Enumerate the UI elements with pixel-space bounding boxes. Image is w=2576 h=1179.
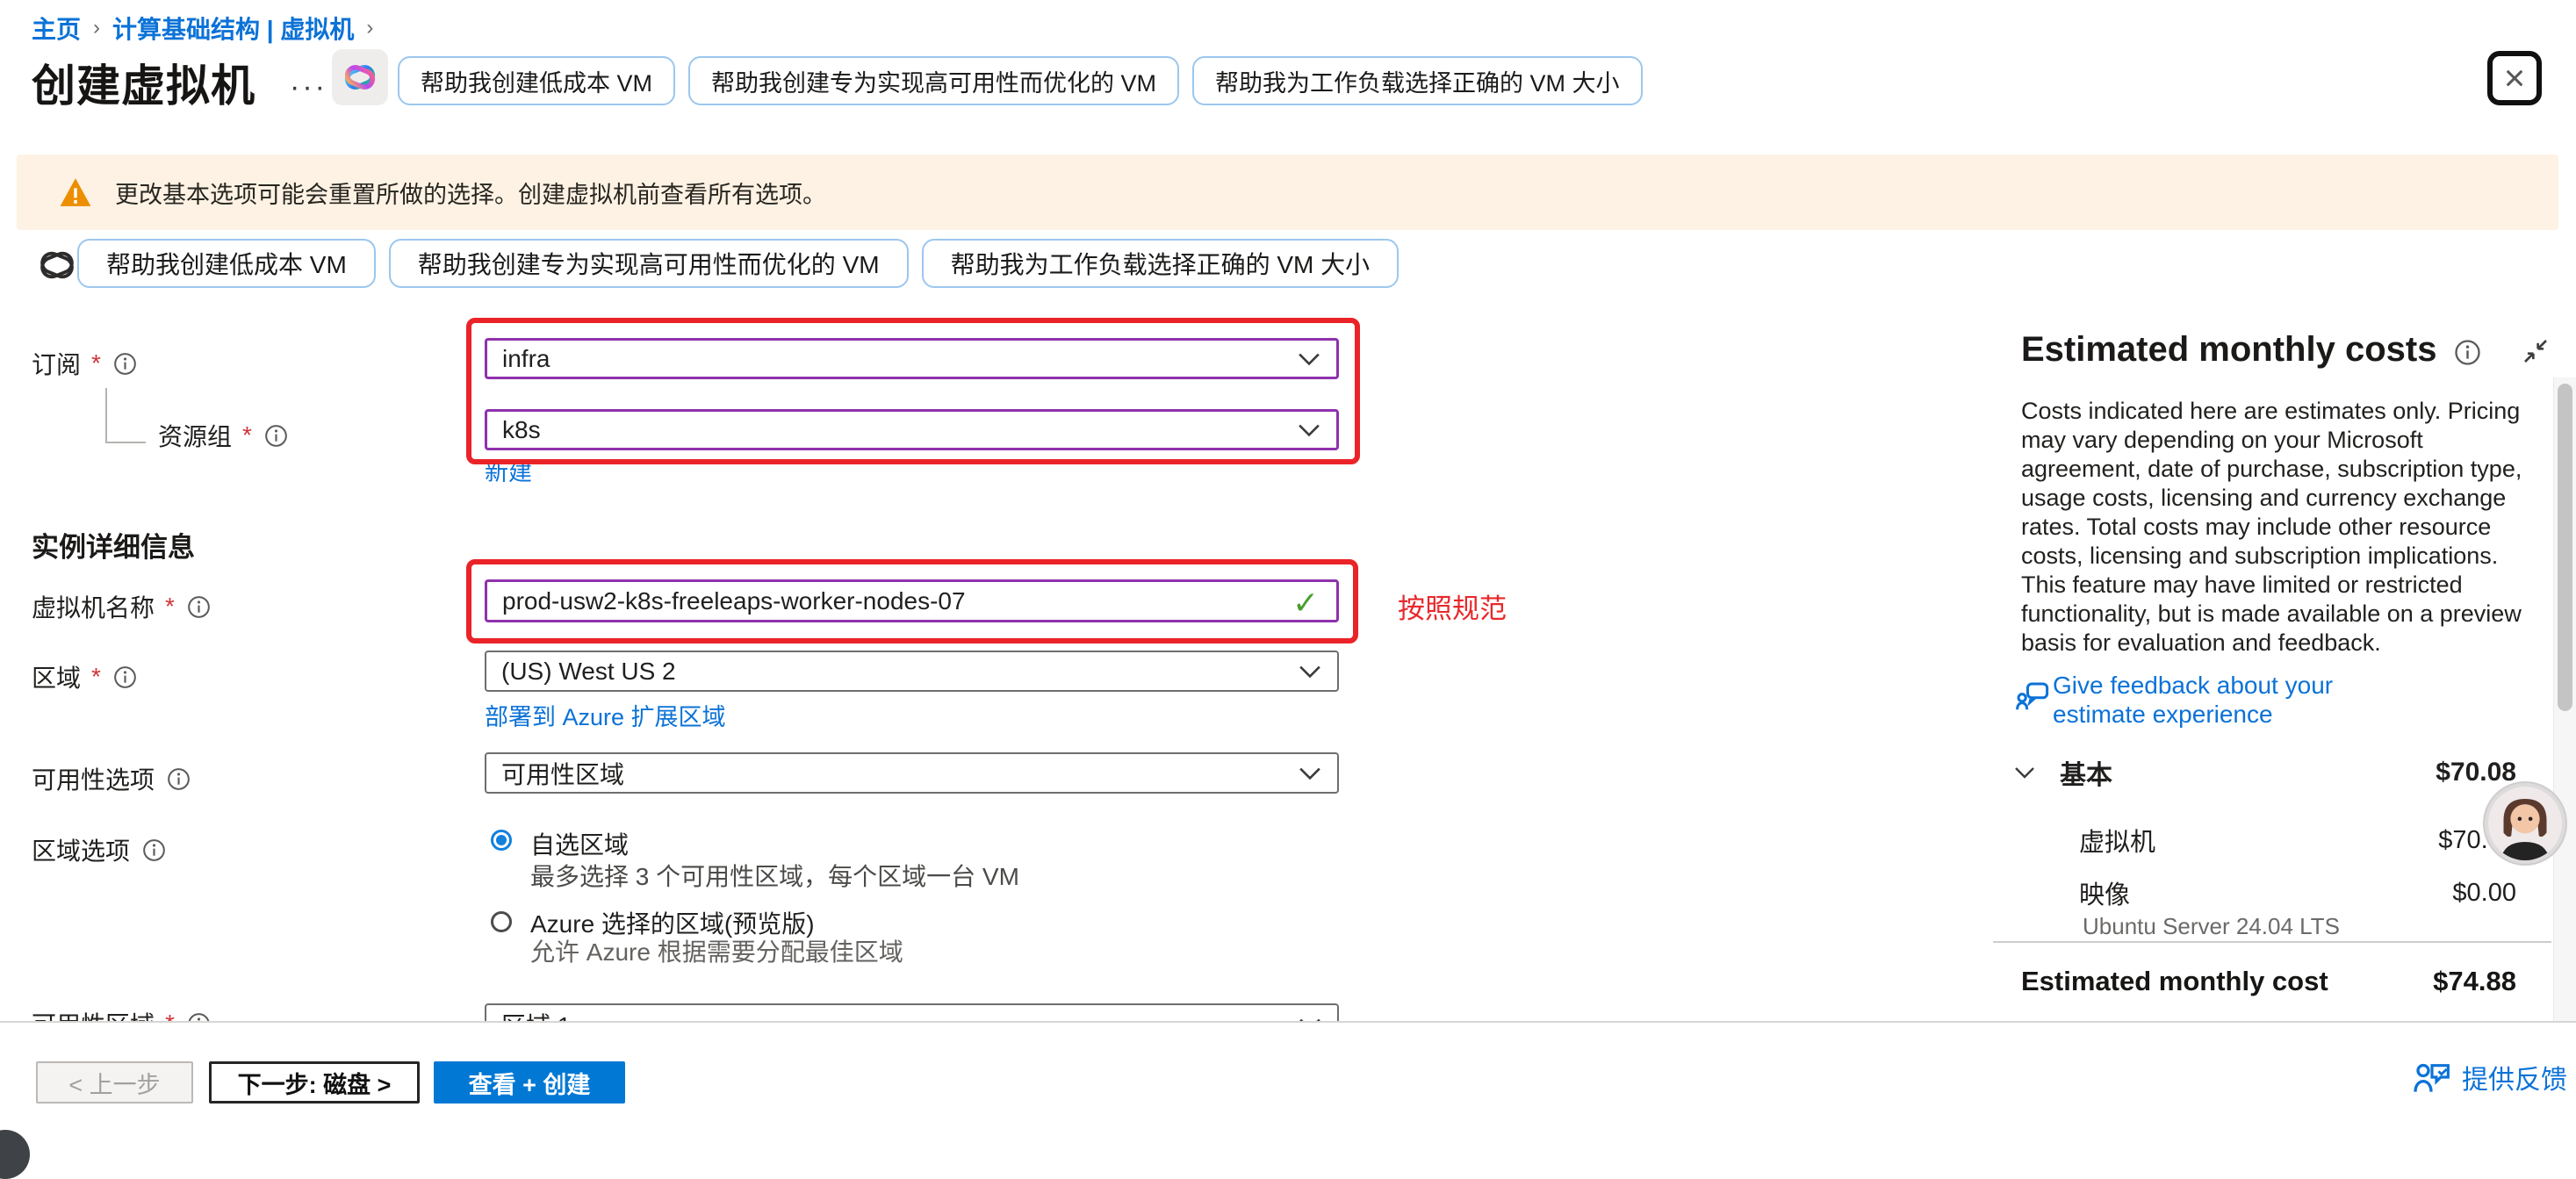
field-connector-line (105, 442, 146, 443)
give-feedback-link[interactable]: 提供反馈 (2413, 1058, 2567, 1096)
region-dropdown[interactable]: (US) West US 2 (485, 651, 1339, 692)
avatar-image (2488, 787, 2562, 860)
info-icon[interactable] (167, 767, 191, 791)
person-feedback-icon (2413, 1060, 2451, 1095)
chevron-right-icon: › (93, 16, 100, 40)
info-icon[interactable] (113, 665, 137, 689)
estimate-feedback-link[interactable]: Give feedback about your estimate experi… (2053, 671, 2430, 729)
more-menu-button[interactable]: ··· (290, 70, 327, 104)
suggestion-low-cost-vm-button[interactable]: 帮助我创建低成本 VM (77, 239, 376, 288)
cost-total-label: Estimated monthly cost (2021, 966, 2328, 997)
field-connector-line (105, 388, 107, 443)
resource-group-label: 资源组* (158, 418, 288, 453)
annotation-note: 按照规范 (1398, 586, 1507, 626)
chevron-right-icon: › (366, 16, 373, 40)
collapse-panel-icon[interactable] (2522, 337, 2550, 365)
copilot-suggestions-top: 帮助我创建低成本 VM 帮助我创建专为实现高可用性而优化的 VM 帮助我为工作负… (398, 56, 1643, 105)
suggestion-vm-size-button[interactable]: 帮助我为工作负载选择正确的 VM 大小 (922, 239, 1400, 288)
cost-panel-divider (1993, 941, 2551, 943)
breadcrumb-home-link[interactable]: 主页 (32, 11, 81, 46)
warning-text: 更改基本选项可能会重置所做的选择。创建虚拟机前查看所有选项。 (115, 176, 826, 210)
suggestion-high-availability-button[interactable]: 帮助我创建专为实现高可用性而优化的 VM (389, 239, 909, 288)
info-icon[interactable] (264, 424, 288, 448)
cost-item-image-row: 映像 $0.00 (2079, 874, 2516, 911)
next-disks-button[interactable]: 下一步: 磁盘 > (209, 1061, 420, 1104)
azure-selected-zones-radio[interactable] (491, 911, 512, 932)
copilot-outline-icon (32, 242, 83, 288)
cost-item-vm-row: 虚拟机 $70.08 (2079, 822, 2516, 859)
region-label: 区域* (32, 659, 137, 694)
self-select-zones-label[interactable]: 自选区域 (530, 826, 629, 861)
info-icon[interactable] (2454, 339, 2481, 366)
valid-check-icon: ✓ (1292, 585, 1319, 622)
review-create-button[interactable]: 查看 + 创建 (434, 1061, 625, 1104)
chevron-down-icon (1299, 665, 1321, 679)
previous-button[interactable]: < 上一步 (36, 1061, 193, 1104)
breadcrumb-section-link[interactable]: 计算基础结构 | 虚拟机 (112, 11, 354, 46)
self-select-zones-radio[interactable] (491, 830, 512, 851)
create-new-link[interactable]: 新建 (485, 453, 532, 487)
cost-panel-description: Costs indicated here are estimates only.… (2021, 397, 2541, 658)
subscription-label: 订阅* (32, 346, 137, 381)
chevron-down-icon (1298, 352, 1320, 366)
zone-options-label: 区域选项 (32, 832, 166, 867)
extended-zone-link[interactable]: 部署到 Azure 扩展区域 (485, 698, 726, 732)
info-icon[interactable] (113, 352, 137, 376)
cost-group-row[interactable]: 基本 $70.08 (2014, 753, 2516, 792)
cost-group-value: $70.08 (2436, 758, 2516, 787)
feedback-bubbles-icon (2016, 681, 2049, 713)
chevron-down-icon (2014, 766, 2035, 779)
cost-total-value: $74.88 (2433, 966, 2516, 997)
cost-item-vm-label: 虚拟机 (2079, 822, 2155, 859)
subscription-dropdown[interactable]: infra (485, 338, 1339, 379)
cost-group-label: 基本 (2060, 753, 2112, 792)
info-icon[interactable] (187, 595, 211, 619)
close-icon: × (2504, 57, 2526, 99)
footer-bar: < 上一步 下一步: 磁盘 > 查看 + 创建 提供反馈 (0, 1021, 2576, 1143)
cost-total-row: Estimated monthly cost $74.88 (2021, 966, 2516, 997)
chevron-down-icon (1298, 423, 1320, 437)
cost-item-image-sub: Ubuntu Server 24.04 LTS (2083, 913, 2340, 940)
page-title: 创建虚拟机 (32, 51, 255, 114)
cost-panel-title: Estimated monthly costs (2021, 330, 2481, 370)
close-button[interactable]: × (2487, 51, 2542, 105)
vm-name-label: 虚拟机名称* (32, 589, 211, 624)
suggestion-vm-size-button[interactable]: 帮助我为工作负载选择正确的 VM 大小 (1192, 56, 1643, 105)
availability-options-dropdown[interactable]: 可用性区域 (485, 752, 1339, 794)
instance-details-heading: 实例详细信息 (32, 525, 195, 564)
chevron-down-icon (1299, 766, 1321, 780)
availability-options-label: 可用性选项 (32, 761, 191, 796)
cost-item-image-label: 映像 (2079, 874, 2130, 911)
warning-icon (59, 176, 92, 208)
info-icon[interactable] (142, 838, 166, 862)
suggestion-low-cost-vm-button[interactable]: 帮助我创建低成本 VM (398, 56, 675, 105)
vm-name-input[interactable] (485, 579, 1339, 622)
scrollbar-thumb[interactable] (2558, 384, 2572, 711)
copilot-suggestions-inline: 帮助我创建低成本 VM 帮助我创建专为实现高可用性而优化的 VM 帮助我为工作负… (77, 239, 1399, 288)
cost-item-image-value: $0.00 (2452, 879, 2516, 908)
warning-banner: 更改基本选项可能会重置所做的选择。创建虚拟机前查看所有选项。 (17, 155, 2558, 230)
breadcrumb: 主页 › 计算基础结构 | 虚拟机 › (32, 11, 373, 46)
suggestion-high-availability-button[interactable]: 帮助我创建专为实现高可用性而优化的 VM (688, 56, 1179, 105)
copilot-button[interactable] (332, 49, 388, 105)
avatar[interactable] (2485, 783, 2565, 864)
azure-selected-zones-desc: 允许 Azure 根据需要分配最佳区域 (530, 933, 903, 968)
self-select-zones-desc: 最多选择 3 个可用性区域，每个区域一台 VM (530, 858, 1019, 893)
resource-group-dropdown[interactable]: k8s (485, 409, 1339, 450)
copilot-icon (342, 59, 378, 96)
